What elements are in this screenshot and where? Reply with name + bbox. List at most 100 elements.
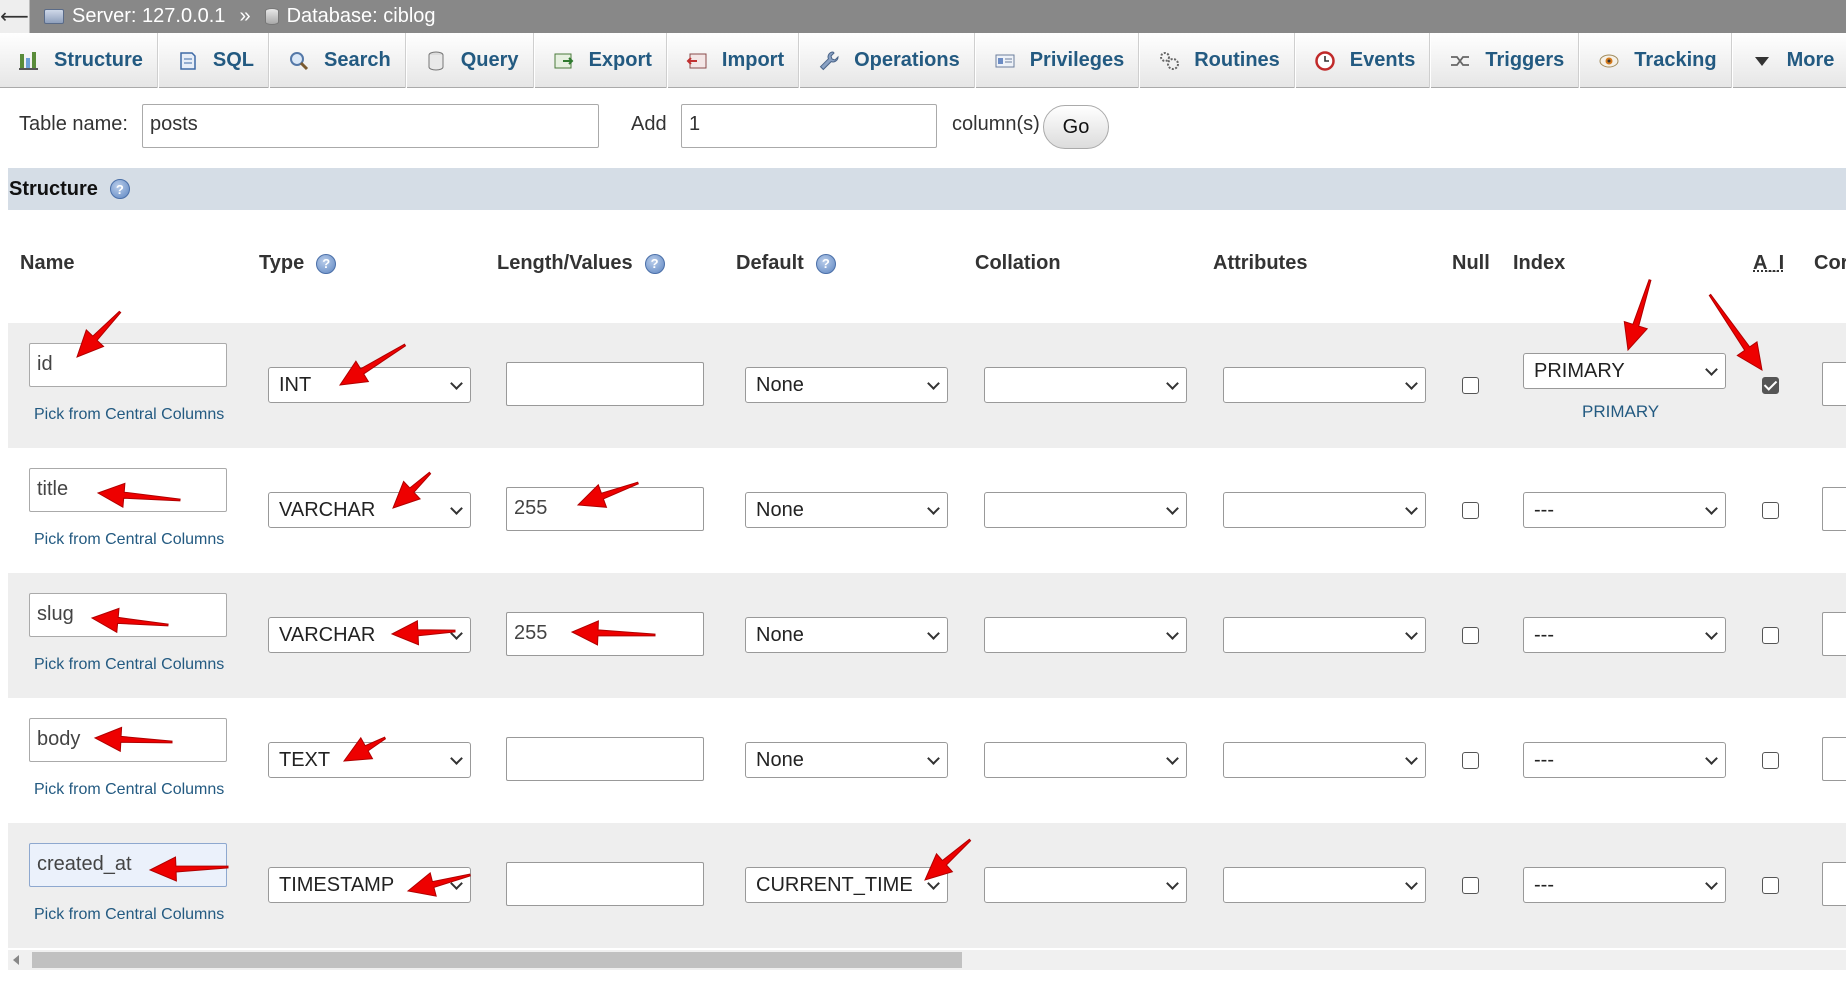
null-checkbox[interactable] [1462, 877, 1479, 894]
structure-section-header: Structure ? [8, 168, 1846, 210]
breadcrumb-database-label: Database: ciblog [286, 5, 436, 27]
go-button[interactable]: Go [1043, 105, 1109, 149]
collation-select[interactable] [984, 367, 1187, 403]
comments-input[interactable] [1822, 862, 1846, 906]
auto-increment-checkbox[interactable] [1762, 752, 1779, 769]
auto-increment-checkbox[interactable] [1762, 877, 1779, 894]
null-checkbox[interactable] [1462, 377, 1479, 394]
length-values-input[interactable]: 255 [506, 612, 704, 656]
tab-label: SQL [212, 49, 255, 71]
tab-structure[interactable]: Structure [0, 33, 158, 88]
tab-label: Privileges [1029, 49, 1125, 71]
tab-routines[interactable]: Routines [1139, 33, 1295, 88]
scrollbar-thumb[interactable] [32, 952, 962, 968]
null-checkbox[interactable] [1462, 627, 1479, 644]
column-type-select[interactable]: TEXT [268, 742, 471, 778]
help-icon[interactable]: ? [316, 253, 337, 274]
tab-tracking[interactable]: Tracking [1579, 33, 1732, 88]
attributes-select[interactable] [1223, 867, 1426, 903]
database-icon [264, 8, 279, 25]
back-arrow-icon[interactable]: ⟵ [0, 0, 30, 33]
tab-search[interactable]: Search [269, 33, 406, 88]
default-select[interactable]: None [745, 617, 948, 653]
attributes-select[interactable] [1223, 617, 1426, 653]
comments-input[interactable] [1822, 737, 1846, 781]
attributes-select[interactable] [1223, 742, 1426, 778]
collation-select[interactable] [984, 492, 1187, 528]
tab-export[interactable]: Export [533, 33, 667, 88]
index-select[interactable]: --- [1523, 742, 1726, 778]
scroll-left-arrow-icon[interactable] [13, 955, 19, 965]
column-type-select[interactable]: INT [268, 367, 471, 403]
tab-triggers[interactable]: Triggers [1430, 33, 1580, 88]
tab-query[interactable]: Query [405, 33, 534, 88]
column-name-input[interactable]: id [29, 343, 227, 387]
pick-from-central-columns-link[interactable]: Pick from Central Columns [34, 656, 224, 674]
phpmyadmin-create-table-page: ⟵ Server: 127.0.0.1 » Database: ciblog S… [0, 0, 1846, 987]
null-checkbox[interactable] [1462, 752, 1479, 769]
attributes-select[interactable] [1223, 492, 1426, 528]
breadcrumb: ⟵ Server: 127.0.0.1 » Database: ciblog [0, 0, 1846, 33]
breadcrumb-server[interactable]: Server: 127.0.0.1 [44, 5, 225, 28]
col-header-name-label: Name [20, 252, 75, 274]
pick-from-central-columns-link[interactable]: Pick from Central Columns [34, 781, 224, 799]
tab-sql[interactable]: SQL [157, 33, 270, 88]
column-type-select[interactable]: VARCHAR [268, 617, 471, 653]
length-values-input[interactable]: 255 [506, 487, 704, 531]
length-values-input[interactable] [506, 362, 704, 406]
index-select-value: --- [1534, 624, 1554, 646]
null-checkbox[interactable] [1462, 502, 1479, 519]
index-select[interactable]: --- [1523, 492, 1726, 528]
index-select[interactable]: PRIMARY [1523, 353, 1726, 389]
comments-input[interactable] [1822, 362, 1846, 406]
tab-privileges[interactable]: Privileges [974, 33, 1140, 88]
default-select[interactable]: None [745, 492, 948, 528]
auto-increment-checkbox[interactable] [1762, 502, 1779, 519]
add-columns-input[interactable]: 1 [681, 104, 937, 148]
comments-input[interactable] [1822, 487, 1846, 531]
index-select[interactable]: --- [1523, 617, 1726, 653]
column-name-input[interactable]: title [29, 468, 227, 512]
pick-from-central-columns-link[interactable]: Pick from Central Columns [34, 531, 224, 549]
chevron-down-icon [1166, 377, 1179, 390]
attributes-select[interactable] [1223, 367, 1426, 403]
default-select-value: None [756, 374, 804, 396]
table-name-input[interactable]: posts [142, 104, 599, 148]
column-name-input[interactable]: body [29, 718, 227, 762]
comments-input[interactable] [1822, 612, 1846, 656]
collation-select[interactable] [984, 617, 1187, 653]
column-name-input[interactable]: slug [29, 593, 227, 637]
collation-select[interactable] [984, 867, 1187, 903]
column-name-input[interactable]: created_at [29, 843, 227, 887]
col-header-null: Null [1452, 252, 1490, 275]
col-header-null-label: Null [1452, 252, 1490, 274]
help-icon[interactable]: ? [644, 253, 665, 274]
breadcrumb-database[interactable]: Database: ciblog [264, 5, 436, 28]
default-select[interactable]: None [745, 367, 948, 403]
tab-operations[interactable]: Operations [799, 33, 975, 88]
tab-events[interactable]: Events [1294, 33, 1431, 88]
horizontal-scrollbar[interactable] [8, 950, 1846, 970]
routines-icon [1158, 50, 1180, 72]
help-icon[interactable]: ? [109, 179, 130, 199]
index-select[interactable]: --- [1523, 867, 1726, 903]
default-select[interactable]: CURRENT_TIME [745, 867, 948, 903]
tab-import[interactable]: Import [666, 33, 800, 88]
chevron-down-icon [450, 377, 463, 390]
pick-from-central-columns-link[interactable]: Pick from Central Columns [34, 406, 224, 424]
auto-increment-checkbox[interactable] [1762, 377, 1779, 394]
length-values-input[interactable] [506, 737, 704, 781]
tab-more[interactable]: More [1731, 33, 1846, 88]
collation-select[interactable] [984, 742, 1187, 778]
help-icon[interactable]: ? [815, 253, 836, 274]
pick-from-central-columns-link[interactable]: Pick from Central Columns [34, 906, 224, 924]
column-type-select[interactable]: TIMESTAMP [268, 867, 471, 903]
sql-icon [177, 50, 199, 72]
column-row: title Pick from Central Columns VARCHAR 255… [8, 448, 1846, 573]
auto-increment-checkbox[interactable] [1762, 627, 1779, 644]
chevron-down-icon [927, 502, 940, 515]
column-type-select[interactable]: VARCHAR [268, 492, 471, 528]
length-values-input[interactable] [506, 862, 704, 906]
default-select[interactable]: None [745, 742, 948, 778]
table-name-label: Table name: [19, 113, 128, 135]
